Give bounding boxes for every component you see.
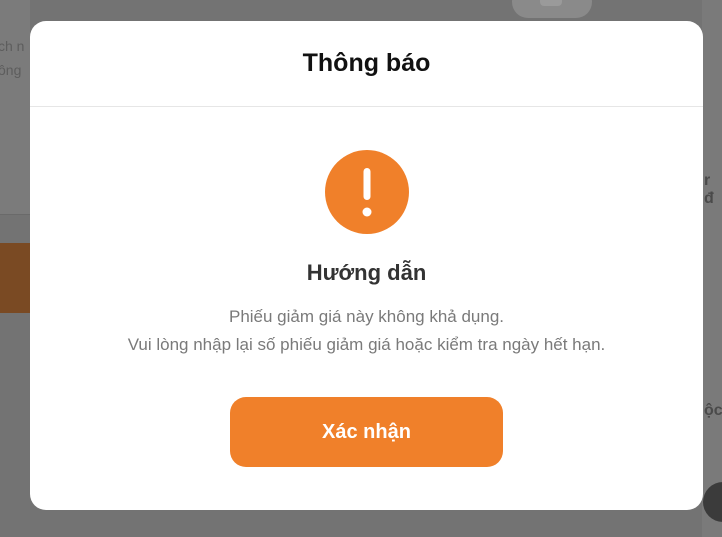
background-text: r đ bbox=[704, 172, 714, 207]
exclamation-icon bbox=[325, 150, 409, 234]
background-text: ộc bbox=[704, 402, 722, 419]
dialog-header: Thông báo bbox=[30, 21, 703, 107]
confirm-button[interactable]: Xác nhận bbox=[230, 397, 503, 467]
background-text: ch n bbox=[0, 38, 25, 54]
dialog-message-line: Vui lòng nhập lại số phiếu giảm giá hoặc… bbox=[127, 335, 606, 354]
background-right-panel bbox=[702, 0, 722, 537]
background-divider bbox=[0, 214, 30, 215]
background-button bbox=[0, 243, 30, 313]
background-pill-icon bbox=[540, 0, 562, 6]
dialog-message: Phiếu giảm giá này không khả dụng. Vui l… bbox=[30, 303, 703, 359]
notification-dialog: Thông báo Hướng dẫn Phiếu giảm giá này k… bbox=[30, 21, 703, 510]
dialog-body: Hướng dẫn Phiếu giảm giá này không khả d… bbox=[30, 107, 703, 510]
dialog-heading: Hướng dẫn bbox=[306, 260, 427, 285]
dialog-message-line: Phiếu giảm giá này không khả dụng. bbox=[228, 307, 505, 326]
background-text: ông bbox=[0, 62, 22, 78]
dialog-title: Thông báo bbox=[302, 49, 431, 77]
background-panel bbox=[0, 0, 30, 215]
